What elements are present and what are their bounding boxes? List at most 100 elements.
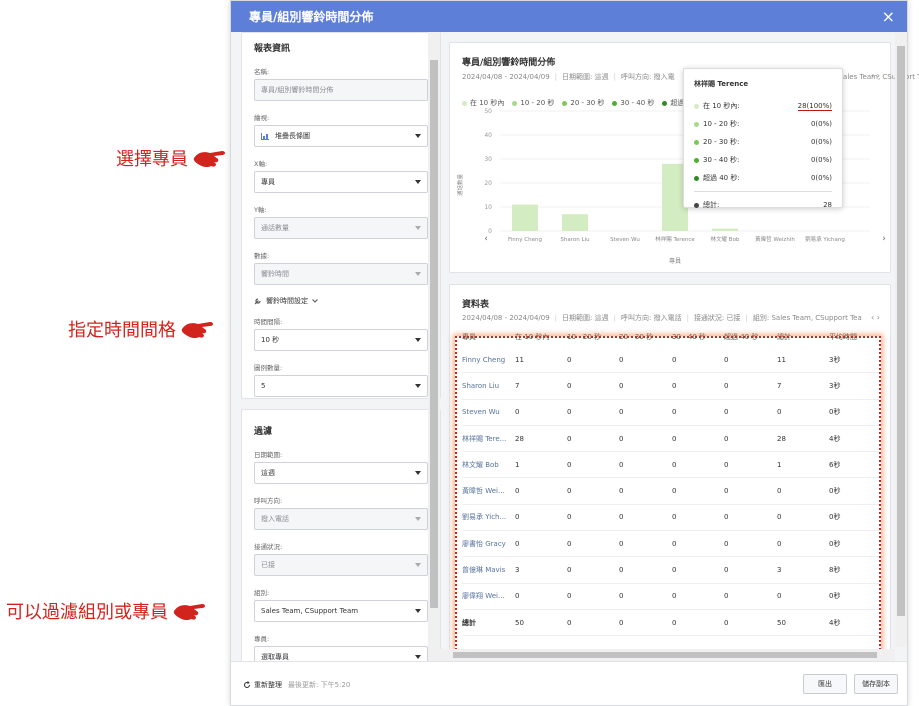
chevron-down-icon	[415, 563, 421, 567]
template-value: 堆疊長條圖	[275, 132, 310, 140]
agent-name-cell[interactable]: 廖書怡 Gracy	[462, 539, 515, 549]
group-select[interactable]: Sales Team, CSupport Team	[254, 600, 428, 622]
table-cell: 3	[515, 566, 520, 575]
table-cell: 0	[672, 592, 677, 601]
table-cell: 0	[619, 513, 624, 522]
legend-count-select[interactable]: 5	[254, 375, 428, 397]
direction-select[interactable]: 撥入電話	[254, 508, 428, 530]
chart-scroll-right-icon[interactable]: ›	[882, 234, 886, 244]
table-cell: 0	[777, 408, 782, 417]
table-cell: 3	[777, 566, 782, 575]
horizontal-scrollbar[interactable]	[431, 649, 895, 661]
y-axis-select[interactable]: 通話數量	[254, 217, 428, 239]
agent-name-cell[interactable]: 劉易承 Yich...	[462, 512, 515, 522]
agent-name-cell[interactable]: 黃暐哲 Wei...	[462, 486, 515, 496]
table-row: 林祥賜 Tere... 28 0 0 0 0 28 4秒	[462, 426, 882, 453]
chevron-down-icon	[312, 299, 318, 303]
table-cell: 0秒	[829, 513, 841, 522]
column-header[interactable]: 30 - 40 秒	[672, 332, 724, 342]
y-tick-label: 30	[484, 156, 492, 163]
status-select[interactable]: 已接	[254, 554, 428, 576]
table-row: 廖書怡 Gracy 0 0 0 0 0 0 0秒	[462, 531, 882, 558]
save-copy-button[interactable]: 儲存副本	[854, 674, 898, 694]
export-button[interactable]: 匯出	[803, 674, 847, 694]
data-select[interactable]: 響鈴時間	[254, 263, 428, 285]
template-select[interactable]: 堆疊長條圖	[254, 125, 428, 147]
agent-name-cell[interactable]: 林文耀 Bob	[462, 460, 515, 470]
table-panel: 資料表 2024/04/08 - 2024/04/09 | 日期範圍: 這週 | 呼叫方…	[449, 284, 891, 660]
table-cell: 0	[724, 408, 729, 417]
column-header[interactable]: 10 - 20 秒	[567, 332, 619, 342]
table-cell: 0	[619, 618, 624, 627]
table-cell: 0	[777, 592, 782, 601]
x-tick-label: 林祥賜 Terence	[655, 235, 695, 243]
table-cell: 0	[672, 539, 677, 548]
table-cell: 0	[672, 434, 677, 443]
column-header[interactable]: 總計	[777, 332, 829, 342]
bar	[712, 228, 738, 231]
interval-label: 時間間隔:	[254, 318, 283, 326]
x-axis-select[interactable]: 專員	[254, 171, 428, 193]
ring-setting-toggle[interactable]: 響鈴時間設定	[254, 296, 428, 306]
right-scrollbar[interactable]	[895, 32, 907, 647]
agent-select[interactable]: 選取專員	[254, 646, 428, 662]
horizontal-scrollbar-thumb[interactable]	[453, 652, 877, 658]
date-range-select[interactable]: 這週	[254, 462, 428, 484]
table-cell: 0	[724, 487, 729, 496]
table-cell: 0	[724, 460, 729, 469]
left-scrollbar-thumb[interactable]	[430, 60, 438, 608]
tooltip-row-label: 超過 40 秒:	[703, 174, 740, 182]
chart-nav-arrows[interactable]: ‹ ›	[871, 71, 880, 80]
table-cell: 0	[724, 355, 729, 364]
tooltip-row-value: 0(0%)	[810, 120, 832, 128]
agent-name-cell[interactable]: Finny Cheng	[462, 356, 515, 364]
tooltip-row-value: 0(0%)	[810, 156, 832, 164]
table-total-row: 總計 50 0 0 0 0 50 4秒	[462, 610, 882, 637]
table-nav-arrows[interactable]: ‹ ›	[868, 313, 880, 322]
tooltip-total-row: 總計: 28	[694, 200, 832, 210]
table-cell: 0	[672, 408, 677, 417]
column-header[interactable]: 20 - 30 秒	[619, 332, 672, 342]
name-label: 名稱:	[254, 68, 270, 76]
chevron-down-icon	[415, 517, 421, 521]
table-cell: 0秒	[829, 487, 841, 496]
agent-name-cell[interactable]: 廖偉翔 Wei...	[462, 591, 515, 601]
table-cell: 0	[777, 513, 782, 522]
column-header[interactable]: 超過 40 秒	[724, 332, 777, 342]
name-input[interactable]: 專員/組別響鈴時間分佈	[254, 79, 428, 101]
table-cell: 0秒	[829, 539, 841, 548]
agent-name-cell[interactable]: 曾億琳 Mavis	[462, 565, 515, 575]
close-icon[interactable]: ×	[882, 8, 895, 25]
column-header[interactable]: 在 10 秒內	[515, 332, 567, 342]
y-axis-value: 通話數量	[261, 224, 289, 232]
table-cell: 0	[672, 460, 677, 469]
interval-select[interactable]: 10 秒	[254, 329, 428, 351]
column-header[interactable]: 平均時間	[829, 332, 884, 342]
agent-name-cell[interactable]: Sharon Liu	[462, 382, 515, 390]
table-cell: 0	[567, 487, 572, 496]
table-cell: 1	[515, 460, 520, 469]
left-scrollbar[interactable]	[428, 32, 440, 662]
filter-heading: 過濾	[254, 427, 273, 437]
right-scrollbar-thumb[interactable]	[897, 46, 905, 616]
name-placeholder: 專員/組別響鈴時間分佈	[261, 86, 334, 94]
chart-meta-direction: 呼叫方向: 撥入電	[620, 73, 675, 81]
table-cell: 50	[515, 618, 524, 627]
agent-name-cell[interactable]: 林祥賜 Tere...	[462, 434, 515, 444]
tooltip-row-label: 20 - 30 秒:	[703, 138, 740, 146]
tooltip-swatch	[694, 103, 699, 109]
group-value: Sales Team, CSupport Team	[261, 607, 359, 615]
tooltip-swatch	[694, 139, 699, 145]
chevron-down-icon	[415, 471, 421, 475]
table-cell: 4秒	[829, 434, 841, 443]
x-tick-label: Steven Wu	[610, 237, 640, 243]
table-cell: 0	[567, 434, 572, 443]
y-tick-label: 0	[488, 228, 492, 235]
agent-name-cell[interactable]: Steven Wu	[462, 408, 515, 416]
data-value: 響鈴時間	[261, 270, 289, 278]
legend-count-value: 5	[261, 382, 266, 390]
chart-scroll-left-icon[interactable]: ‹	[484, 234, 488, 244]
table-cell: 0	[515, 487, 520, 496]
column-header[interactable]: 專員	[462, 332, 515, 342]
refresh-button[interactable]: 重新整理	[243, 680, 282, 690]
